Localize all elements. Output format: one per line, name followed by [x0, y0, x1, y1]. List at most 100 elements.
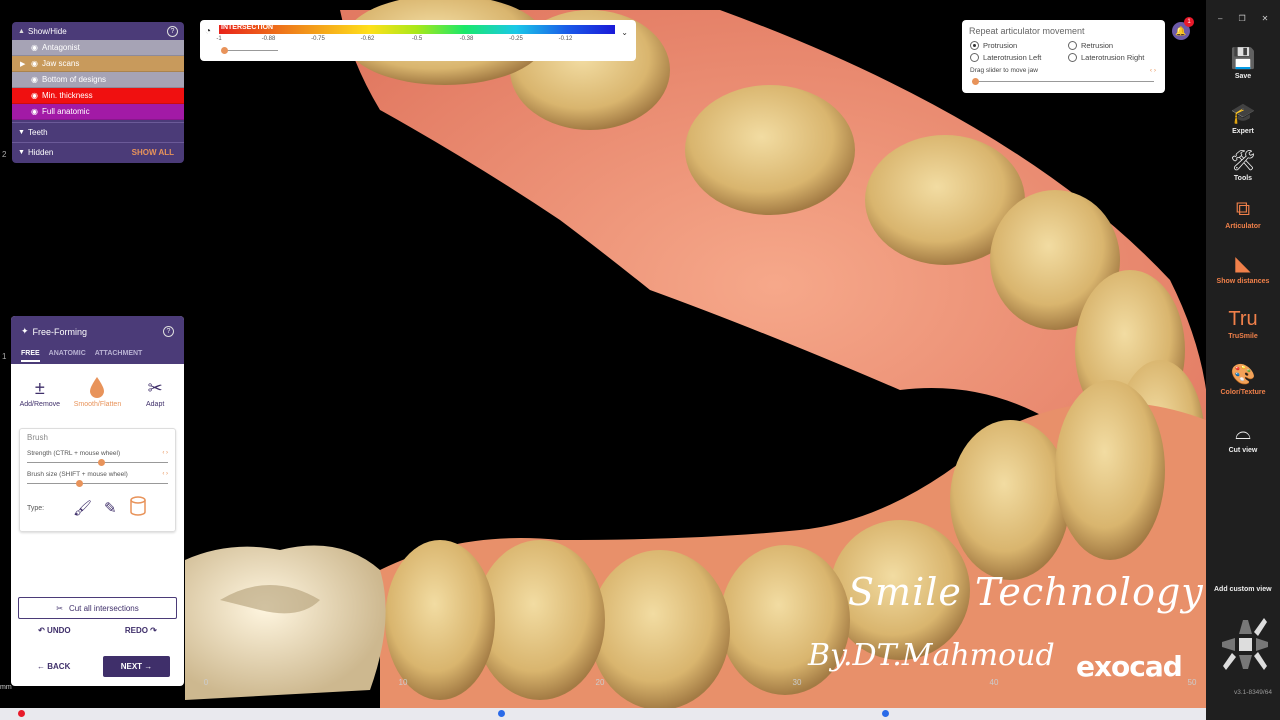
- radio-dot[interactable]: [970, 41, 979, 50]
- jaw-step-arrows[interactable]: ‹ ›: [1150, 67, 1156, 74]
- gauge-icon[interactable]: ◔: [205, 26, 211, 37]
- eye-icon[interactable]: ◉: [31, 107, 42, 116]
- expert-button[interactable]: 🎓 Expert: [1206, 101, 1280, 135]
- eye-icon[interactable]: ◉: [31, 91, 42, 100]
- help-icon[interactable]: ?: [163, 326, 174, 337]
- show-all-button[interactable]: SHOW ALL: [132, 148, 174, 157]
- back-button[interactable]: ← BACK: [37, 662, 70, 671]
- color-gradient: [219, 25, 615, 34]
- next-button[interactable]: NEXT →: [103, 656, 170, 677]
- brush-section: Brush Strength (CTRL + mouse wheel) ‹ › …: [19, 428, 176, 532]
- tools-icon: 🛠: [1230, 150, 1256, 172]
- articulator-panel: Repeat articulator movement Protrusion R…: [962, 20, 1165, 93]
- layer-item[interactable]: ▶ ◉ Jaw scans: [12, 56, 184, 72]
- add-remove-label: Add/Remove: [19, 401, 61, 408]
- layer-item[interactable]: ◉ Min. thickness: [12, 88, 184, 104]
- chevron-down-icon[interactable]: ⌄: [621, 28, 628, 37]
- chevron-down-icon[interactable]: ▼: [18, 129, 28, 136]
- version-label: v3.1-8349/64: [1234, 689, 1272, 696]
- size-slider-thumb[interactable]: [76, 480, 84, 487]
- layer-item[interactable]: ◉ Antagonist: [12, 40, 184, 56]
- strength-slider-thumb[interactable]: [97, 459, 105, 466]
- layer-label: Jaw scans: [42, 59, 80, 68]
- forming-tools: ± Add/Remove Smooth/Flatten ✂ Adapt: [11, 364, 184, 424]
- gradient-ticks: -1 -0.88 -0.75 -0.62 -0.5 -0.38 -0.25 -0…: [216, 36, 615, 44]
- size-slider[interactable]: [27, 480, 168, 487]
- undo-button[interactable]: ↶ UNDO: [38, 626, 71, 635]
- trusmile-button[interactable]: Tru TruSmile: [1206, 306, 1280, 340]
- layer-item[interactable]: ◉ Full anatomic: [12, 104, 184, 120]
- intersection-slider[interactable]: [221, 47, 278, 54]
- show-distances-button[interactable]: ◣ Show distances: [1206, 251, 1280, 285]
- cut-intersections-button[interactable]: ✂ Cut all intersections: [18, 597, 177, 619]
- notification-button[interactable]: 🔔 1: [1172, 17, 1194, 40]
- articulator-icon: ⧉: [1235, 198, 1251, 220]
- redo-button[interactable]: REDO ↷: [125, 626, 157, 635]
- ruler-label: 50: [1187, 678, 1197, 687]
- hidden-section[interactable]: ▼ Hidden SHOW ALL: [12, 142, 184, 162]
- strength-slider[interactable]: [27, 459, 168, 466]
- intersection-slider-thumb[interactable]: [221, 47, 228, 54]
- tick-label: -0.38: [459, 36, 474, 42]
- radio-protrusion[interactable]: Protrusion: [970, 41, 1017, 50]
- cut-view-button[interactable]: ⌓ Cut view: [1206, 420, 1280, 454]
- jaw-slider-thumb[interactable]: [972, 78, 979, 85]
- save-label: Save: [1234, 73, 1252, 80]
- strength-step-arrows[interactable]: ‹ ›: [162, 450, 168, 457]
- tooth: [385, 540, 495, 700]
- paint-brush-icon[interactable]: 🖌: [73, 499, 92, 517]
- hidden-label: Hidden: [28, 148, 54, 157]
- smooth-flatten-tool[interactable]: Smooth/Flatten: [70, 376, 124, 424]
- tab-attachment[interactable]: ATTACHMENT: [95, 350, 143, 362]
- eye-icon[interactable]: ◉: [31, 43, 42, 52]
- chevron-down-icon[interactable]: ▼: [18, 149, 28, 156]
- tooth: [685, 85, 855, 215]
- tab-free[interactable]: FREE: [21, 350, 40, 362]
- restore-icon[interactable]: ❐: [1238, 14, 1245, 23]
- jaw-slider[interactable]: [972, 78, 1154, 85]
- radio-dot[interactable]: [970, 53, 979, 62]
- eye-icon[interactable]: ◉: [31, 75, 42, 84]
- color-texture-label: Color/Texture: [1220, 389, 1266, 396]
- cylinder-brush-icon[interactable]: [129, 496, 147, 520]
- ruler-label: 0: [203, 678, 209, 687]
- size-row: Brush size (SHIFT + mouse wheel) ‹ ›: [27, 471, 168, 478]
- ruler-label: 40: [989, 678, 999, 687]
- back-label: BACK: [47, 662, 71, 671]
- expand-arrow-icon[interactable]: ▶: [20, 60, 31, 68]
- add-remove-tool[interactable]: ± Add/Remove: [13, 376, 67, 424]
- view-cube-icon[interactable]: [1220, 612, 1270, 676]
- tab-anatomic[interactable]: ANATOMIC: [49, 350, 86, 362]
- color-texture-button[interactable]: 🎨 Color/Texture: [1206, 362, 1280, 396]
- eye-icon[interactable]: ◉: [31, 59, 42, 68]
- radio-dot[interactable]: [1068, 41, 1077, 50]
- layer-item[interactable]: ◉ Bottom of designs: [12, 72, 184, 88]
- save-button[interactable]: 💾 Save: [1206, 46, 1280, 80]
- tools-button[interactable]: 🛠 Tools: [1206, 148, 1280, 182]
- close-icon[interactable]: ✕: [1262, 14, 1269, 23]
- free-forming-panel: ✦ Free-Forming ? FREE ANATOMIC ATTACHMEN…: [11, 316, 184, 686]
- wand-icon: ✦: [21, 326, 29, 336]
- drag-label: Drag slider to move jaw: [970, 67, 1038, 74]
- radio-retrusion[interactable]: Retrusion: [1068, 41, 1113, 50]
- minimize-icon[interactable]: –: [1218, 14, 1222, 23]
- show-hide-header[interactable]: ▲ Show/Hide ?: [12, 22, 184, 40]
- tick-label: -0.75: [311, 36, 325, 42]
- layer-label: Min. thickness: [42, 91, 93, 100]
- teeth-label: Teeth: [28, 128, 48, 137]
- adapt-tool[interactable]: ✂ Adapt: [128, 376, 182, 424]
- radio-dot[interactable]: [1068, 53, 1077, 62]
- add-custom-view-button[interactable]: Add custom view: [1214, 586, 1272, 593]
- chevron-up-icon[interactable]: ▲: [18, 28, 28, 35]
- articulator-button[interactable]: ⧉ Articulator: [1206, 196, 1280, 230]
- tooth: [950, 420, 1070, 580]
- smooth-flatten-label: Smooth/Flatten: [73, 401, 122, 408]
- teeth-section[interactable]: ▼ Teeth: [12, 122, 184, 142]
- expert-icon: 🎓: [1230, 103, 1256, 125]
- radio-laterotrusion-left[interactable]: Laterotrusion Left: [970, 53, 1041, 62]
- redo-label: REDO: [124, 626, 148, 635]
- radio-laterotrusion-right[interactable]: Laterotrusion Right: [1068, 53, 1144, 62]
- fine-brush-icon[interactable]: ✎: [104, 499, 117, 517]
- size-step-arrows[interactable]: ‹ ›: [162, 471, 168, 478]
- help-icon[interactable]: ?: [167, 25, 178, 37]
